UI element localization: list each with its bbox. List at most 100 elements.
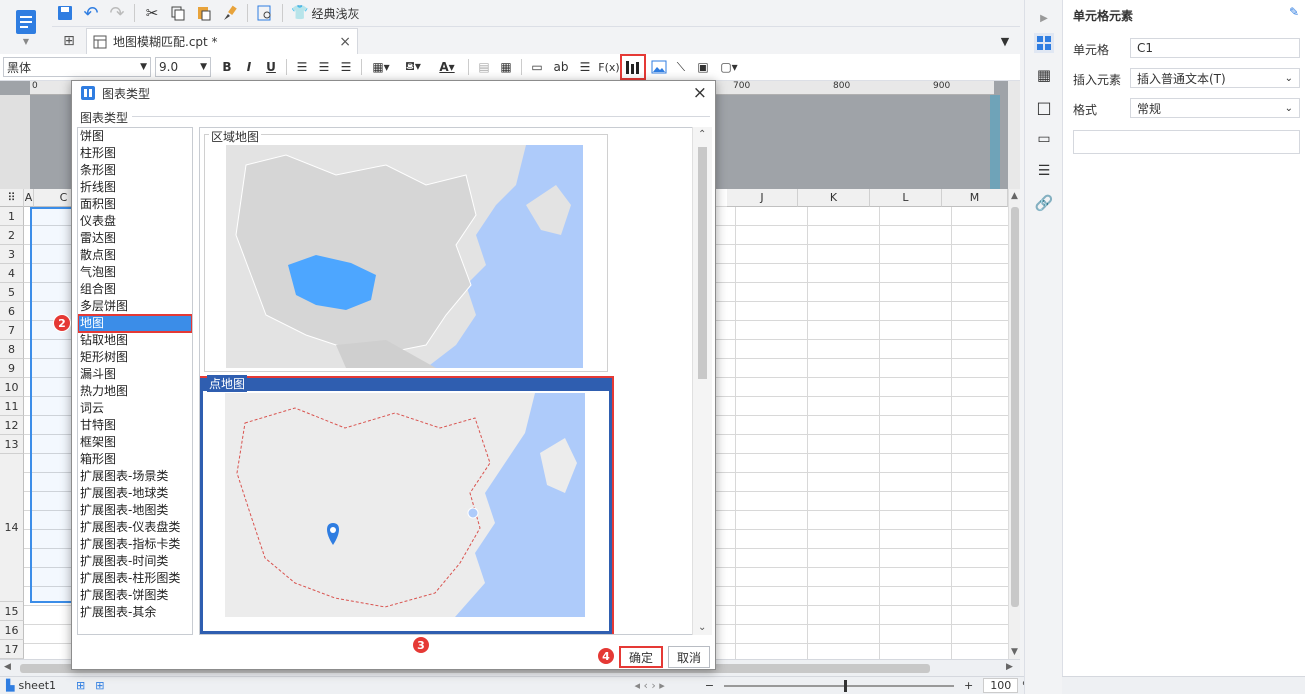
- row-header[interactable]: 5: [0, 283, 24, 302]
- grid-vertical-scrollbar[interactable]: ▲ ▼: [1008, 189, 1020, 659]
- row-header[interactable]: 4: [0, 264, 24, 283]
- row-header[interactable]: 1: [0, 207, 24, 226]
- column-header[interactable]: M: [942, 189, 1008, 207]
- list-item[interactable]: 甘特图: [78, 417, 192, 434]
- list-item[interactable]: 气泡图: [78, 264, 192, 281]
- list-item[interactable]: 扩展图表-其余: [78, 604, 192, 621]
- cell-element-tab[interactable]: [1034, 33, 1054, 53]
- list-item[interactable]: 框架图: [78, 434, 192, 451]
- canvas-scrollbar[interactable]: [1008, 81, 1020, 189]
- close-tab-icon[interactable]: ×: [339, 34, 351, 50]
- list-item[interactable]: 矩形树图: [78, 349, 192, 366]
- zoom-out-icon[interactable]: −: [705, 679, 714, 692]
- cell-content-input[interactable]: [1073, 130, 1300, 154]
- insert-subreport-button[interactable]: ▣: [692, 56, 714, 78]
- undo-button[interactable]: ↶: [78, 1, 104, 25]
- collapse-panel-icon[interactable]: ▶: [1034, 8, 1054, 28]
- zoom-slider[interactable]: [724, 679, 955, 692]
- align-left-button[interactable]: ☰: [291, 56, 313, 78]
- list-item[interactable]: 扩展图表-柱形图类: [78, 570, 192, 587]
- theme-button[interactable]: 👕 经典浅灰: [287, 5, 363, 22]
- preview-button[interactable]: [252, 1, 278, 25]
- sheet-tab[interactable]: sheet1: [18, 679, 56, 692]
- format-select[interactable]: 常规 ⌄: [1130, 98, 1300, 118]
- grid-view-button[interactable]: ⊞: [52, 28, 86, 54]
- list-item[interactable]: 热力地图: [78, 383, 192, 400]
- zoom-slider-thumb[interactable]: [844, 679, 848, 692]
- tab-menu-button[interactable]: ▼: [990, 28, 1020, 54]
- split-cells-button[interactable]: ▦: [495, 56, 517, 78]
- font-size-select[interactable]: 9.0 ▼: [155, 57, 211, 77]
- preview-scrollbar[interactable]: ⌃ ⌄: [692, 127, 712, 635]
- italic-button[interactable]: I: [238, 56, 260, 78]
- list-item[interactable]: 组合图: [78, 281, 192, 298]
- row-header[interactable]: 16: [0, 621, 24, 640]
- copy-button[interactable]: [165, 1, 191, 25]
- insert-image-button[interactable]: [648, 56, 670, 78]
- ok-button[interactable]: 确定: [619, 646, 663, 668]
- insert-element-select[interactable]: 插入普通文本(T) ⌄: [1130, 68, 1300, 88]
- selected-cell-c1[interactable]: [30, 207, 74, 603]
- list-item-map-selected[interactable]: 地图: [78, 314, 192, 333]
- list-item[interactable]: 钻取地图: [78, 332, 192, 349]
- row-header[interactable]: 12: [0, 416, 24, 435]
- cell-attribute-tab[interactable]: ▦: [1034, 65, 1054, 85]
- list-item[interactable]: 条形图: [78, 162, 192, 179]
- cell-border-button[interactable]: ▢▾: [714, 56, 744, 78]
- fill-color-button[interactable]: ⛾▾: [396, 56, 430, 78]
- edit-icon[interactable]: ✎: [1289, 5, 1299, 19]
- row-header[interactable]: 3: [0, 245, 24, 264]
- row-header[interactable]: 2: [0, 226, 24, 245]
- cut-button[interactable]: ✂: [139, 1, 165, 25]
- list-item[interactable]: 饼图: [78, 128, 192, 145]
- scroll-thumb[interactable]: [698, 147, 707, 379]
- chart-type-list[interactable]: 饼图 柱形图 条形图 折线图 面积图 仪表盘 雷达图 散点图 气泡图 组合图 多…: [77, 127, 193, 635]
- scroll-up-icon[interactable]: ⌃: [698, 129, 706, 140]
- column-header[interactable]: L: [870, 189, 942, 207]
- list-item[interactable]: 面积图: [78, 196, 192, 213]
- list-item[interactable]: 扩展图表-指标卡类: [78, 536, 192, 553]
- list-item[interactable]: 扩展图表-仪表盘类: [78, 519, 192, 536]
- merge-cells-button[interactable]: ▤: [473, 56, 495, 78]
- column-header[interactable]: K: [798, 189, 870, 207]
- select-all-corner[interactable]: ⠿: [0, 189, 24, 207]
- sheet-nav-icons[interactable]: ◂ ‹ › ▸: [634, 679, 664, 692]
- preview-card-point-map[interactable]: 点地图: [200, 375, 614, 634]
- row-header[interactable]: 6: [0, 302, 24, 321]
- column-header[interactable]: J: [727, 189, 798, 207]
- paste-button[interactable]: [191, 1, 217, 25]
- underline-button[interactable]: U: [260, 56, 282, 78]
- list-item[interactable]: 折线图: [78, 179, 192, 196]
- scroll-left-icon[interactable]: ◀: [4, 662, 11, 672]
- scroll-right-icon[interactable]: ▶: [1006, 662, 1013, 672]
- list-item[interactable]: 仪表盘: [78, 213, 192, 230]
- save-button[interactable]: [52, 1, 78, 25]
- zoom-value[interactable]: 100: [983, 678, 1019, 693]
- format-painter-button[interactable]: [217, 1, 243, 25]
- widget-tab[interactable]: ▭: [1034, 129, 1054, 149]
- float-element-tab[interactable]: □: [1034, 97, 1054, 117]
- file-tab[interactable]: 地图模糊匹配.cpt * ×: [86, 28, 358, 54]
- insert-text-button[interactable]: ab: [548, 56, 574, 78]
- close-icon[interactable]: ×: [693, 83, 707, 103]
- row-header[interactable]: 7: [0, 321, 24, 340]
- app-menu-button[interactable]: ▼: [0, 0, 52, 52]
- row-header[interactable]: 9: [0, 359, 24, 378]
- row-header[interactable]: 8: [0, 340, 24, 359]
- row-header[interactable]: 13: [0, 435, 24, 454]
- font-color-button[interactable]: A▾: [430, 56, 464, 78]
- cell-field[interactable]: C1: [1130, 38, 1300, 58]
- list-item[interactable]: 扩展图表-时间类: [78, 553, 192, 570]
- list-item[interactable]: 多层饼图: [78, 298, 192, 315]
- column-header[interactable]: A: [24, 189, 34, 207]
- scroll-down-icon[interactable]: ⌄: [698, 622, 706, 633]
- add-sheet-alt-icon[interactable]: ⊞: [95, 679, 104, 692]
- row-header[interactable]: 11: [0, 397, 24, 416]
- list-item[interactable]: 柱形图: [78, 145, 192, 162]
- list-item[interactable]: 词云: [78, 400, 192, 417]
- hyperlink-tab[interactable]: 🔗: [1034, 193, 1054, 213]
- insert-formula-button[interactable]: F(x): [596, 56, 622, 78]
- row-header[interactable]: 17: [0, 640, 24, 659]
- bold-button[interactable]: B: [216, 56, 238, 78]
- row-header[interactable]: 10: [0, 378, 24, 397]
